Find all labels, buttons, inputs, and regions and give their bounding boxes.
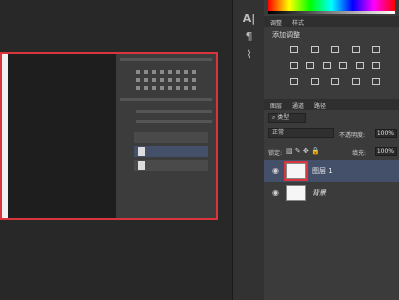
- exposure-icon[interactable]: [351, 46, 360, 53]
- mini-tab-bar: [120, 58, 212, 61]
- channel-mixer-icon[interactable]: [371, 62, 380, 69]
- adjust-icon-row: [290, 46, 380, 53]
- color-swatch-gray[interactable]: [268, 11, 395, 14]
- fill-input[interactable]: 100%: [375, 147, 397, 156]
- visibility-eye-icon[interactable]: ◉: [272, 166, 279, 175]
- right-panels: 调整 样式 添加调整 图层 通道 路径 ⌕ 类型 正常 不透明度: 100% 锁…: [264, 0, 399, 300]
- tab-paths[interactable]: 路径: [314, 101, 326, 110]
- adjust-title: 添加调整: [272, 31, 300, 39]
- gradient-map-icon[interactable]: [372, 78, 380, 85]
- layer-thumbnail[interactable]: [284, 161, 308, 181]
- mini-layer: [134, 132, 208, 143]
- curves-icon[interactable]: [331, 46, 339, 53]
- mini-adjust-icons: [136, 70, 196, 74]
- lock-label: 锁定:: [268, 150, 283, 157]
- fill-label: 填充:: [352, 150, 367, 157]
- layers-tabs: 图层 通道 路径: [264, 99, 399, 110]
- visibility-eye-icon[interactable]: ◉: [272, 188, 279, 197]
- hue-icon[interactable]: [306, 62, 315, 69]
- mini-adjust-icons: [136, 78, 196, 82]
- mini-layer-thumb: [138, 161, 145, 170]
- mini-adjust-icons: [136, 86, 196, 90]
- lock-pixels-icon[interactable]: ▧ ✎ ✥ 🔒: [286, 147, 320, 155]
- levels-icon[interactable]: [310, 46, 319, 53]
- threshold-icon[interactable]: [331, 78, 339, 85]
- mini-layer-selected: [134, 146, 208, 157]
- document-screenshot: [0, 52, 218, 220]
- brush-icon[interactable]: ⌇: [241, 48, 257, 61]
- opacity-input[interactable]: 100%: [375, 129, 397, 138]
- blend-mode-select[interactable]: 正常: [268, 128, 334, 138]
- mini-layers-tabs: [120, 98, 212, 101]
- black-white-icon[interactable]: [339, 62, 348, 69]
- paragraph-icon[interactable]: ¶: [241, 30, 257, 43]
- mini-panels: [116, 54, 216, 218]
- tab-style[interactable]: 样式: [292, 18, 304, 27]
- layer-thumbnail[interactable]: [286, 185, 306, 201]
- text-tool-icon[interactable]: A|: [241, 12, 257, 25]
- mini-lock: [136, 120, 212, 123]
- tab-channels[interactable]: 通道: [292, 101, 304, 110]
- tab-layers[interactable]: 图层: [270, 101, 282, 110]
- layer-name[interactable]: 图层 1: [312, 166, 333, 176]
- mini-blend: [136, 110, 212, 113]
- tab-adjust[interactable]: 调整: [270, 18, 282, 27]
- layer-row-selected[interactable]: ◉ 图层 1: [264, 160, 399, 182]
- posterize-icon[interactable]: [310, 78, 319, 85]
- adjust-icon-row: [290, 78, 380, 85]
- opacity-label: 不透明度:: [339, 132, 366, 139]
- adjust-icon-row: [290, 62, 380, 69]
- mini-layer-thumb: [138, 147, 145, 156]
- gradient-icon[interactable]: [372, 46, 380, 53]
- panel-tool-column: A| ¶ ⌇: [232, 0, 266, 300]
- layer-row[interactable]: ◉ 背景: [264, 182, 399, 204]
- document-canvas: [8, 54, 116, 218]
- adjust-tabs: 调整 样式: [264, 16, 399, 27]
- kind-filter-select[interactable]: ⌕ 类型: [268, 113, 306, 123]
- brightness-icon[interactable]: [290, 46, 298, 53]
- color-swatch-spectrum[interactable]: [268, 0, 395, 11]
- photo-filter-icon[interactable]: [355, 62, 364, 69]
- color-balance-icon[interactable]: [322, 62, 331, 69]
- canvas-area[interactable]: [0, 0, 232, 300]
- mini-layer: [134, 160, 208, 171]
- invert-icon[interactable]: [290, 78, 298, 85]
- vibrance-icon[interactable]: [290, 62, 298, 69]
- selective-color-icon[interactable]: [351, 78, 360, 85]
- layer-name[interactable]: 背景: [312, 188, 326, 198]
